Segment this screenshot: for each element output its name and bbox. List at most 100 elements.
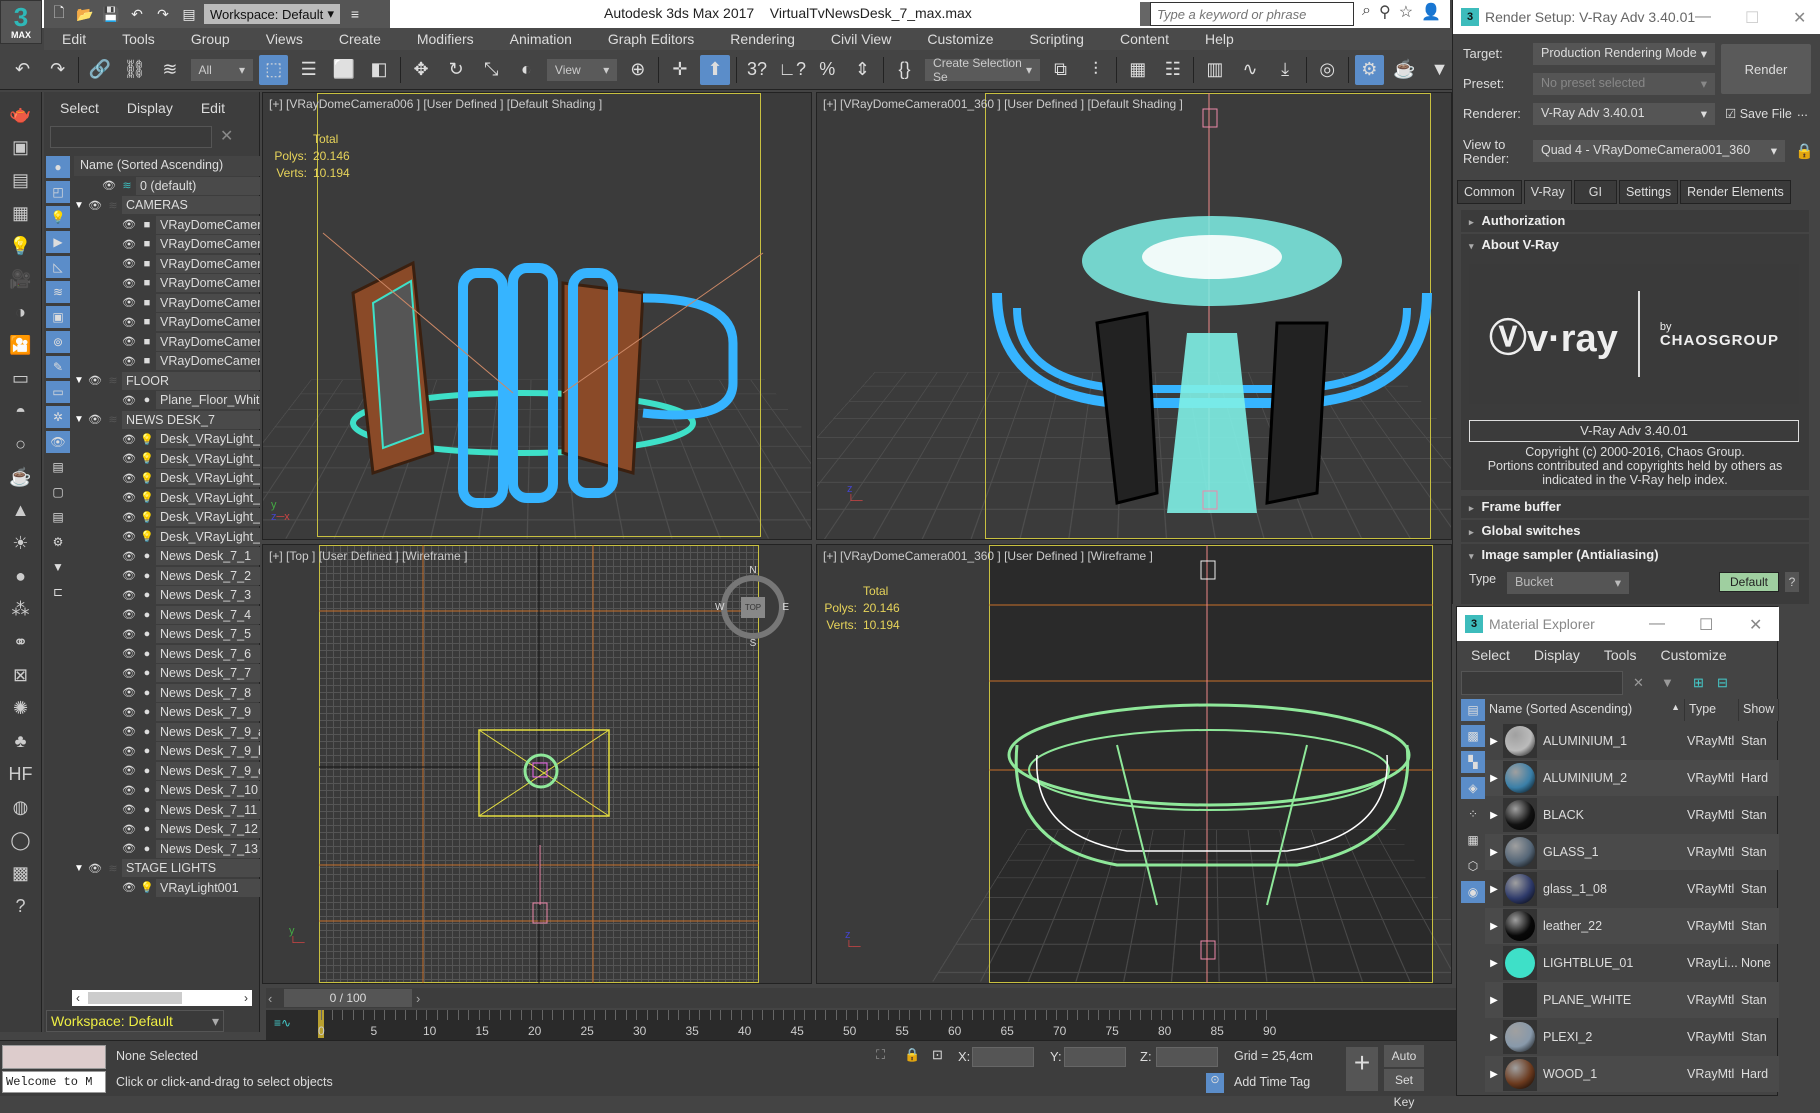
object-row[interactable]: 👁💡Desk_VRayLight_006	[74, 527, 260, 547]
me-menu-select[interactable]: Select	[1471, 647, 1510, 663]
menu-customize[interactable]: Customize	[909, 31, 1011, 47]
project-folder-icon[interactable]: ▤	[178, 3, 200, 25]
display-checker-icon[interactable]: ▚	[1461, 751, 1485, 773]
display-containers-icon[interactable]: ▭	[46, 381, 70, 403]
rollout-frame-buffer[interactable]: ▸ Frame buffer	[1461, 496, 1809, 518]
menu-help[interactable]: Help	[1187, 31, 1252, 47]
visibility-eye-icon[interactable]: 👁	[120, 316, 138, 329]
pivot-center-icon[interactable]: ⊕	[623, 55, 652, 85]
redo-icon[interactable]: ↷	[152, 3, 174, 25]
vray-plane-light-icon[interactable]: ▭	[7, 364, 35, 392]
object-row[interactable]: 👁 ● News Desk_7_10	[74, 781, 260, 801]
menu-scripting[interactable]: Scripting	[1011, 31, 1101, 47]
visibility-eye-icon[interactable]: 👁	[120, 764, 138, 777]
display-objects-icon[interactable]: ◈	[1461, 777, 1485, 799]
rollout-authorization[interactable]: ▸ Authorization	[1461, 210, 1809, 232]
z-coordinate-input[interactable]	[1156, 1047, 1218, 1067]
visibility-eye-icon[interactable]: 👁	[120, 803, 138, 816]
viewcube-north[interactable]: N	[749, 565, 756, 576]
expand-triangle-icon[interactable]: ▶	[1485, 736, 1503, 747]
vray-sphere-light-icon[interactable]: ○	[7, 430, 35, 458]
visibility-eye-icon[interactable]: 👁	[120, 667, 138, 680]
object-row[interactable]: 👁💡Desk_VRayLight_002	[74, 449, 260, 469]
material-editor-icon[interactable]: ◎	[1313, 55, 1342, 85]
expand-triangle-icon[interactable]: ▼	[74, 414, 86, 425]
app-menu-button[interactable]: 3 MAX	[0, 0, 42, 44]
visibility-eye-icon[interactable]: 👁	[86, 199, 104, 212]
viewcube-east[interactable]: E	[782, 602, 789, 613]
redo-icon[interactable]: ↷	[43, 55, 72, 85]
grass-icon[interactable]: ♣	[7, 727, 35, 755]
object-row[interactable]: 👁 ● News Desk_7_1	[74, 547, 260, 567]
render-setup-icon[interactable]: ⚙	[1354, 54, 1384, 85]
object-row[interactable]: 👁 ■ VRayDomeCamera00	[74, 254, 260, 274]
named-selection-dropdown[interactable]: Create Selection Se ▾	[925, 56, 1040, 84]
scene-horizontal-scrollbar[interactable]: ‹ ›	[72, 990, 252, 1006]
visibility-eye-icon[interactable]: 👁	[120, 433, 138, 446]
me-menu-display[interactable]: Display	[1534, 647, 1580, 663]
expand-triangle-icon[interactable]: ▼	[74, 375, 86, 386]
render-production-icon[interactable]: ▼	[1425, 55, 1454, 85]
x-coordinate-input[interactable]	[972, 1047, 1034, 1067]
teapot-create-icon[interactable]: 🫖	[7, 100, 35, 128]
display-missing-icon[interactable]: ▦	[1461, 829, 1485, 851]
display-scene-icon[interactable]: ⬡	[1461, 855, 1485, 877]
object-row[interactable]: 👁 ● News Desk_7_2	[74, 566, 260, 586]
scale-icon[interactable]: ⤡	[477, 55, 506, 85]
display-unused-icon[interactable]: ⁘	[1461, 803, 1485, 825]
rotate-icon[interactable]: ↻	[442, 55, 471, 85]
viewport-bottom-right[interactable]: [+] [VRayDomeCamera001_360 ] [User Defin…	[816, 544, 1452, 984]
tab-render-elements[interactable]: Render Elements	[1680, 180, 1791, 204]
object-row[interactable]: 👁 ■ VRayDomeCamera00	[74, 235, 260, 255]
select-manipulate-icon[interactable]: ✛	[665, 55, 694, 85]
visibility-eye-icon[interactable]: 👁	[86, 374, 104, 387]
expand-triangle-icon[interactable]: ▶	[1485, 810, 1503, 821]
star-icon[interactable]: ☆	[1399, 2, 1413, 22]
material-row[interactable]: ▶ PLANE_WHITE VRayMtl Stan	[1485, 982, 1779, 1018]
expand-triangle-icon[interactable]: ▶	[1485, 847, 1503, 858]
visibility-eye-icon[interactable]: 👁	[120, 335, 138, 348]
scene-menu-display[interactable]: Display	[127, 100, 173, 116]
absolute-mode-icon[interactable]: ⊡	[932, 1047, 943, 1063]
view-to-render-dropdown[interactable]: Quad 4 - VRayDomeCamera001_360 ▾	[1533, 140, 1785, 162]
material-row[interactable]: ▶ BLACK VRayMtl Stan	[1485, 797, 1779, 833]
window-crossing-icon[interactable]: ◧	[364, 55, 393, 85]
minimize-icon[interactable]: —	[1695, 8, 1711, 26]
auto-key-button[interactable]: Auto Key	[1384, 1045, 1424, 1085]
visibility-eye-icon[interactable]: 👁	[120, 589, 138, 602]
object-row[interactable]: 👁 ■ VRayDomeCamera00	[74, 274, 260, 294]
menu-animation[interactable]: Animation	[492, 31, 590, 47]
ambient-light-icon[interactable]: ●	[7, 562, 35, 590]
render-button[interactable]: Render	[1721, 44, 1811, 94]
col-name[interactable]: Name (Sorted Ascending) ▲	[1485, 699, 1685, 721]
search-expand-button[interactable]	[1140, 2, 1150, 26]
object-row[interactable]: 👁 ● Plane_Floor_White	[74, 391, 260, 411]
object-row[interactable]: 👁 ■ VRayDomeCamera00	[74, 313, 260, 333]
object-row[interactable]: 👁 ● News Desk_7_5	[74, 625, 260, 645]
object-row[interactable]: 👁 ● News Desk_7_9_c	[74, 761, 260, 781]
light-lister-icon[interactable]: 💡	[7, 232, 35, 260]
menu-edit[interactable]: Edit	[44, 31, 104, 47]
display-helpers-icon[interactable]: ◺	[46, 256, 70, 278]
object-row[interactable]: 👁 ● News Desk_7_8	[74, 683, 260, 703]
material-row[interactable]: ▶ GLASS_1 VRayMtl Stan	[1485, 834, 1779, 870]
proxy-icon[interactable]: ⁂	[7, 595, 35, 623]
close-icon[interactable]: ✕	[1793, 8, 1806, 28]
material-row[interactable]: ▶ ALUMINIUM_2 VRayMtl Hard	[1485, 760, 1779, 796]
viewcube-face[interactable]: TOP	[740, 596, 766, 618]
display-materials-icon[interactable]: ▤	[1461, 699, 1485, 721]
menu-graph-editors[interactable]: Graph Editors	[590, 31, 712, 47]
open-file-icon[interactable]: 📂	[74, 3, 96, 25]
customize-qat-icon[interactable]: ≡	[344, 3, 366, 25]
viewcube[interactable]: TOP N S E W	[715, 565, 789, 649]
filter-icon[interactable]: ▼	[1661, 675, 1674, 690]
expand-triangle-icon[interactable]: ▶	[1485, 773, 1503, 784]
select-by-name-icon[interactable]: ☰	[294, 55, 323, 85]
visibility-eye-icon[interactable]: 👁	[120, 491, 138, 504]
reference-coordinate-dropdown[interactable]: View ▾	[546, 58, 618, 81]
col-type[interactable]: Type	[1685, 699, 1739, 721]
video-camera-icon[interactable]: 🎦	[7, 331, 35, 359]
user-icon[interactable]: 👤	[1421, 2, 1441, 22]
object-row[interactable]: 👁💡Desk_VRayLight_003	[74, 469, 260, 489]
visibility-eye-icon[interactable]: 👁	[120, 628, 138, 641]
